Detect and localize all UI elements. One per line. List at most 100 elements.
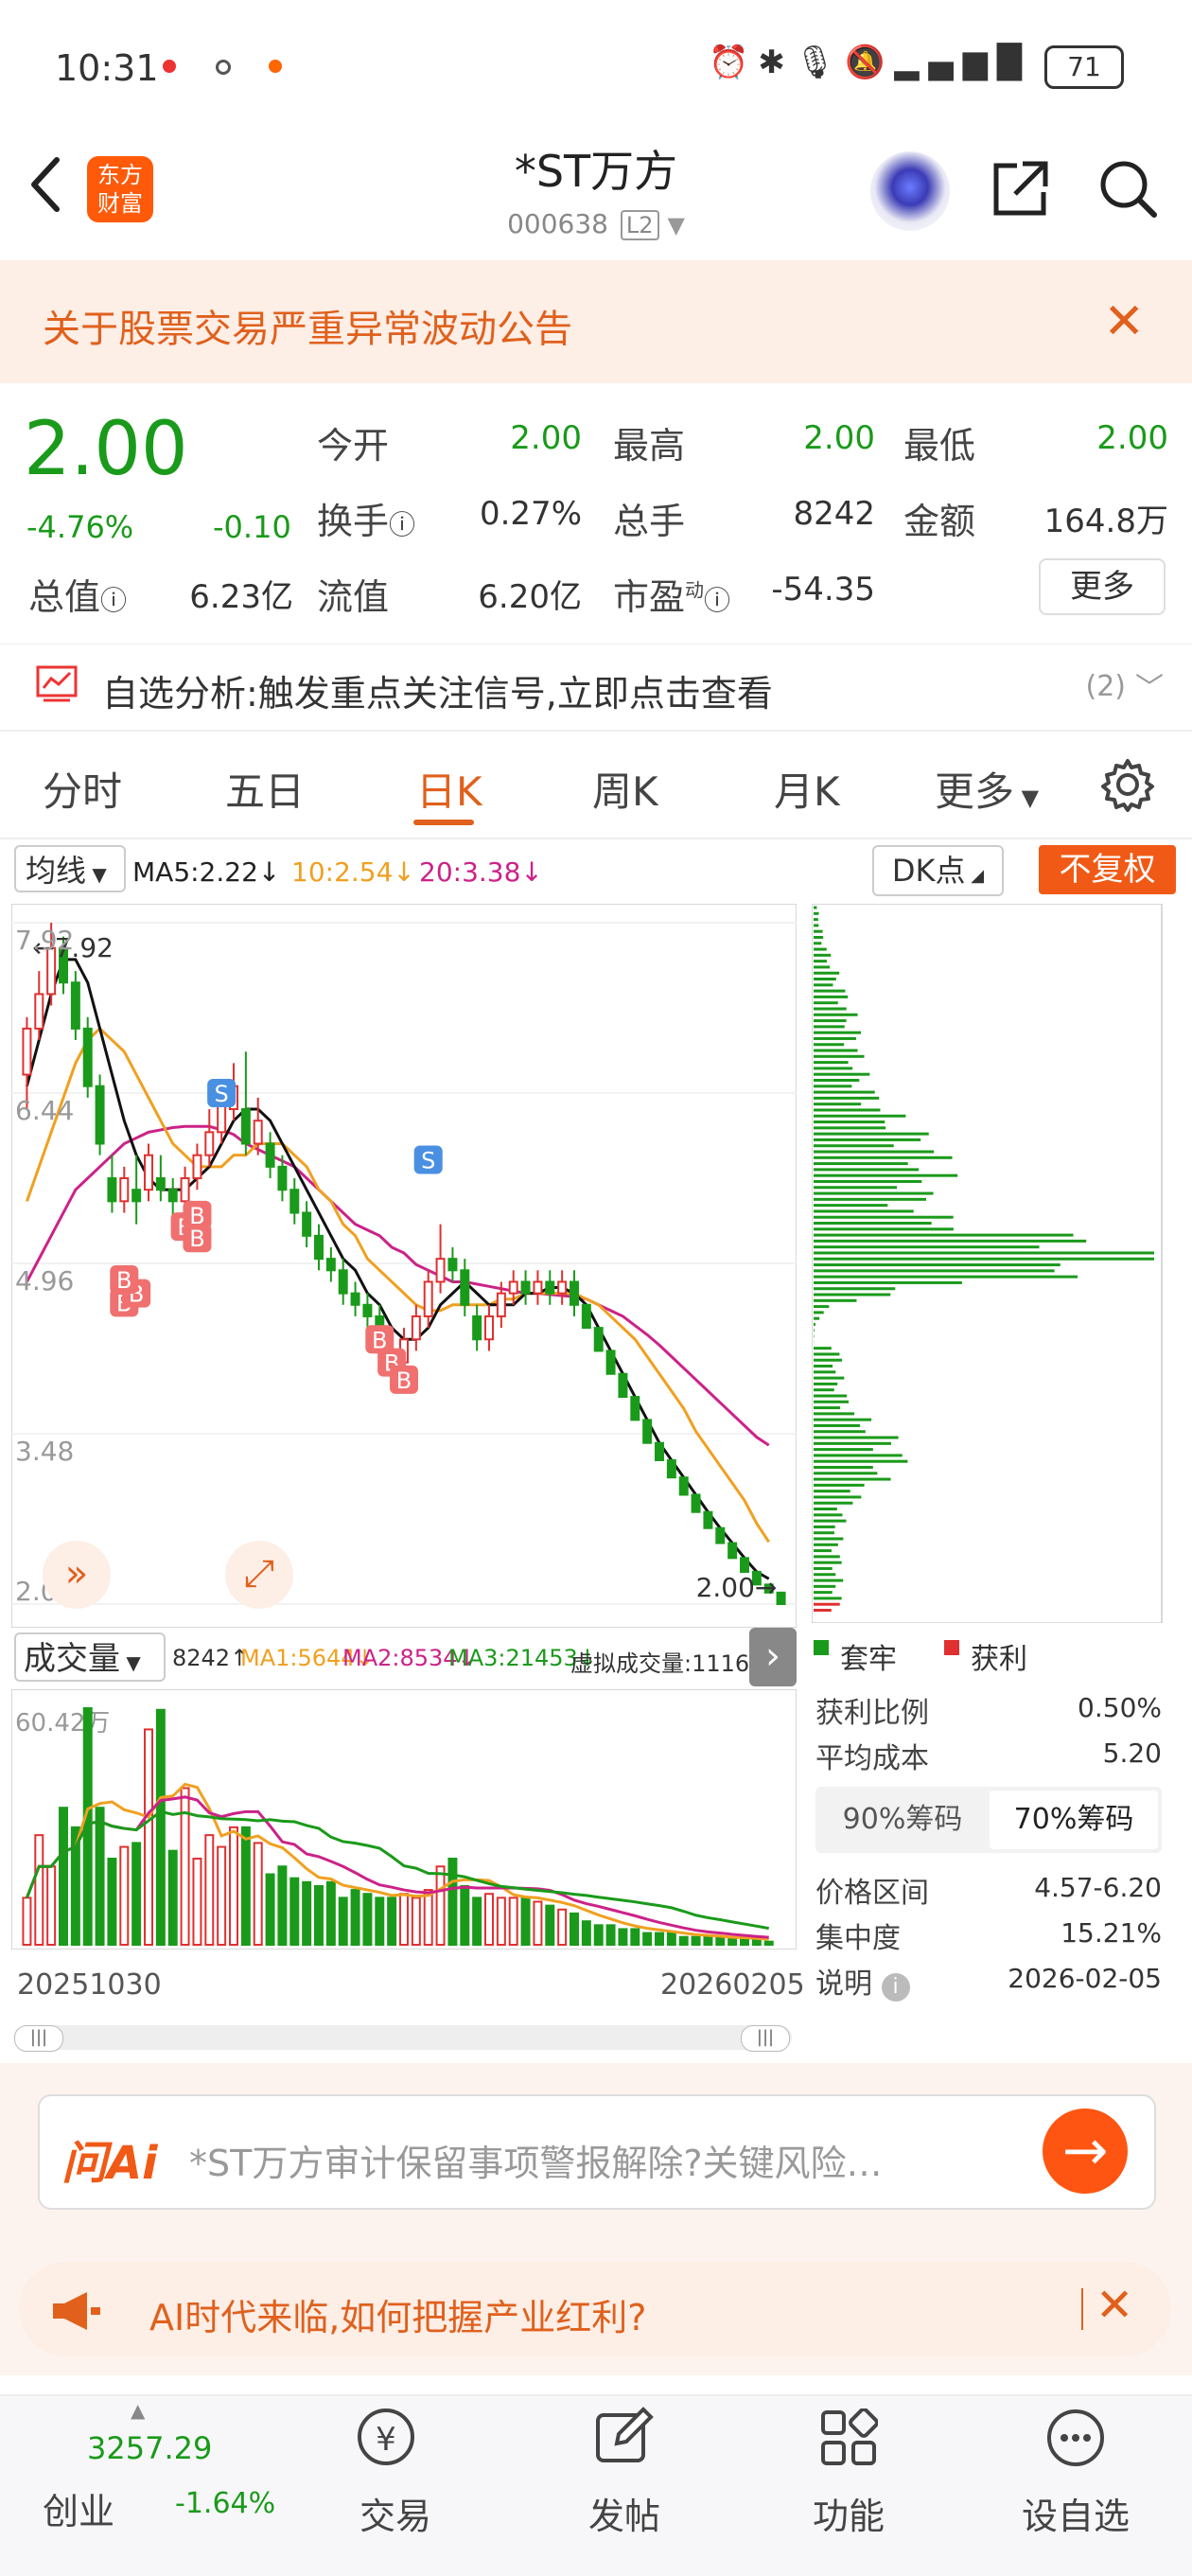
chip-bar [814,1544,838,1546]
tab-more[interactable]: 更多 ▼ [935,760,1039,818]
fast-forward-icon[interactable]: » [43,1541,111,1609]
nav-trade[interactable]: 交易 [310,2487,481,2539]
chip-bar [814,1204,887,1207]
chip-bar [814,924,818,926]
tab-intraday[interactable]: 分时 [43,760,122,818]
apps-icon[interactable] [819,2408,878,2467]
volume-bar [120,1847,128,1945]
search-icon[interactable] [1096,156,1160,221]
nav-add-watchlist[interactable]: 设自选 [990,2487,1161,2539]
chip-bar [814,1555,840,1558]
chip-bar [814,1251,1154,1254]
more-icon[interactable] [1046,2408,1105,2467]
settings-icon[interactable] [1100,757,1155,812]
chip-bar [814,1174,957,1177]
chip-bar [814,978,836,980]
chip-bar [814,1311,824,1314]
chevron-right-icon[interactable]: › [749,1628,797,1686]
chip-bar [814,1520,846,1523]
divider [1081,2288,1083,2330]
note-label[interactable]: 说明 i [815,1960,910,2002]
legend-trapped: 套牢 [840,1635,897,1677]
vol-current: 8242↑ [172,1645,249,1671]
chip-bar [814,1115,905,1118]
dk-point-button[interactable]: DK点 ◢ [872,845,1004,896]
ai-robot-avatar[interactable] [870,151,950,231]
marker-label: B [189,1226,204,1252]
trade-icon[interactable]: ¥ [358,2408,414,2465]
volume-bar [534,1901,541,1945]
candle-body [704,1512,711,1528]
chip-bar [814,1287,895,1290]
scroll-handle-left[interactable]: ||| [14,2025,63,2052]
candle-body [485,1316,493,1339]
notice-text[interactable]: 关于股票交易严重异常波动公告 [43,298,572,353]
scroll-handle-right[interactable]: ||| [741,2025,790,2052]
tab-five-day[interactable]: 五日 [225,760,305,818]
chevron-down-icon[interactable]: ﹀ [1135,664,1164,706]
volume-bar [327,1882,335,1945]
more-button[interactable]: 更多 [1039,558,1166,615]
chip-bar [814,1472,877,1474]
chip-bar [814,1294,890,1297]
nav-post[interactable]: 发帖 [539,2487,710,2539]
candle-body [290,1190,298,1212]
ma5-text: MA5:2.22↓ [132,856,280,888]
close-icon[interactable]: ✕ [1096,2279,1133,2332]
candle-body [680,1477,688,1494]
profit-ratio-label: 获利比例 [815,1689,929,1731]
chip-bar [814,996,848,998]
volume-indicator-select[interactable]: 成交量 ▼ [14,1632,166,1682]
y-tick-label: 4.96 [15,1265,74,1297]
index-value[interactable]: 3257.29 [87,2430,212,2466]
candle-body [352,1294,359,1305]
tab-weekly-k[interactable]: 周K [592,760,658,818]
mktcap-label: 总值ⓘ [28,568,127,620]
candle-body [169,1190,177,1201]
tab-chip-70[interactable]: 70%筹码 [990,1791,1158,1849]
index-name[interactable]: 创业 [43,2482,114,2534]
chip-bar [814,1370,835,1373]
nav-function[interactable]: 功能 [763,2487,934,2539]
arrow-right-icon[interactable]: → [1043,2108,1128,2194]
volume-bar [498,1897,505,1945]
promo-text[interactable]: AI时代来临,如何把握产业红利? [149,2288,646,2340]
candle-body [656,1443,663,1460]
candle-body [643,1420,651,1442]
indicator-select[interactable]: 均线 ▼ [14,845,126,892]
chip-bar [814,1317,819,1320]
volume-bar [412,1897,420,1945]
close-icon[interactable]: ✕ [1103,293,1145,350]
tab-daily-k[interactable]: 日K [416,760,482,818]
tab-monthly-k[interactable]: 月K [774,760,840,818]
chip-bar [814,1430,866,1433]
profit-ratio-value: 0.50% [1003,1692,1162,1723]
megaphone-icon [49,2290,102,2332]
volume-bar [437,1866,445,1945]
kline-chart[interactable]: ←7.922.00→BBBBBBBBBSS 7.926.444.963.482.… [11,904,797,1628]
chip-bar [814,1055,864,1058]
analysis-text[interactable]: 自选分析:触发重点关注信号,立即点击查看 [102,664,773,716]
adjust-button[interactable]: 不复权 [1039,845,1176,894]
legend-profit: 获利 [971,1635,1027,1677]
chip-bar [814,1561,842,1564]
marker-label: B [396,1367,412,1394]
chip-bar [814,972,839,975]
index-change[interactable]: -1.64% [175,2487,275,2520]
chip-bar [814,1138,920,1141]
chip-bar [814,1227,954,1230]
chip-bar [814,1419,871,1421]
ai-logo: 问Ai [61,2126,158,2192]
tab-chip-90[interactable]: 90%筹码 [819,1791,986,1849]
volume-value: 8242 [719,495,875,533]
chip-bar [814,1150,934,1153]
share-icon[interactable] [989,156,1053,221]
candle-body [498,1294,505,1316]
chip-bar [814,1573,835,1576]
expand-icon[interactable]: ⤢ [225,1541,293,1609]
candle-body [72,982,79,1029]
chart-scrollbar[interactable] [14,2025,792,2050]
low-value: 2.00 [1012,419,1168,457]
post-icon[interactable] [594,2406,655,2466]
ai-prompt-text[interactable]: *ST万方审计保留事项警报解除?关键风险… [189,2134,883,2186]
